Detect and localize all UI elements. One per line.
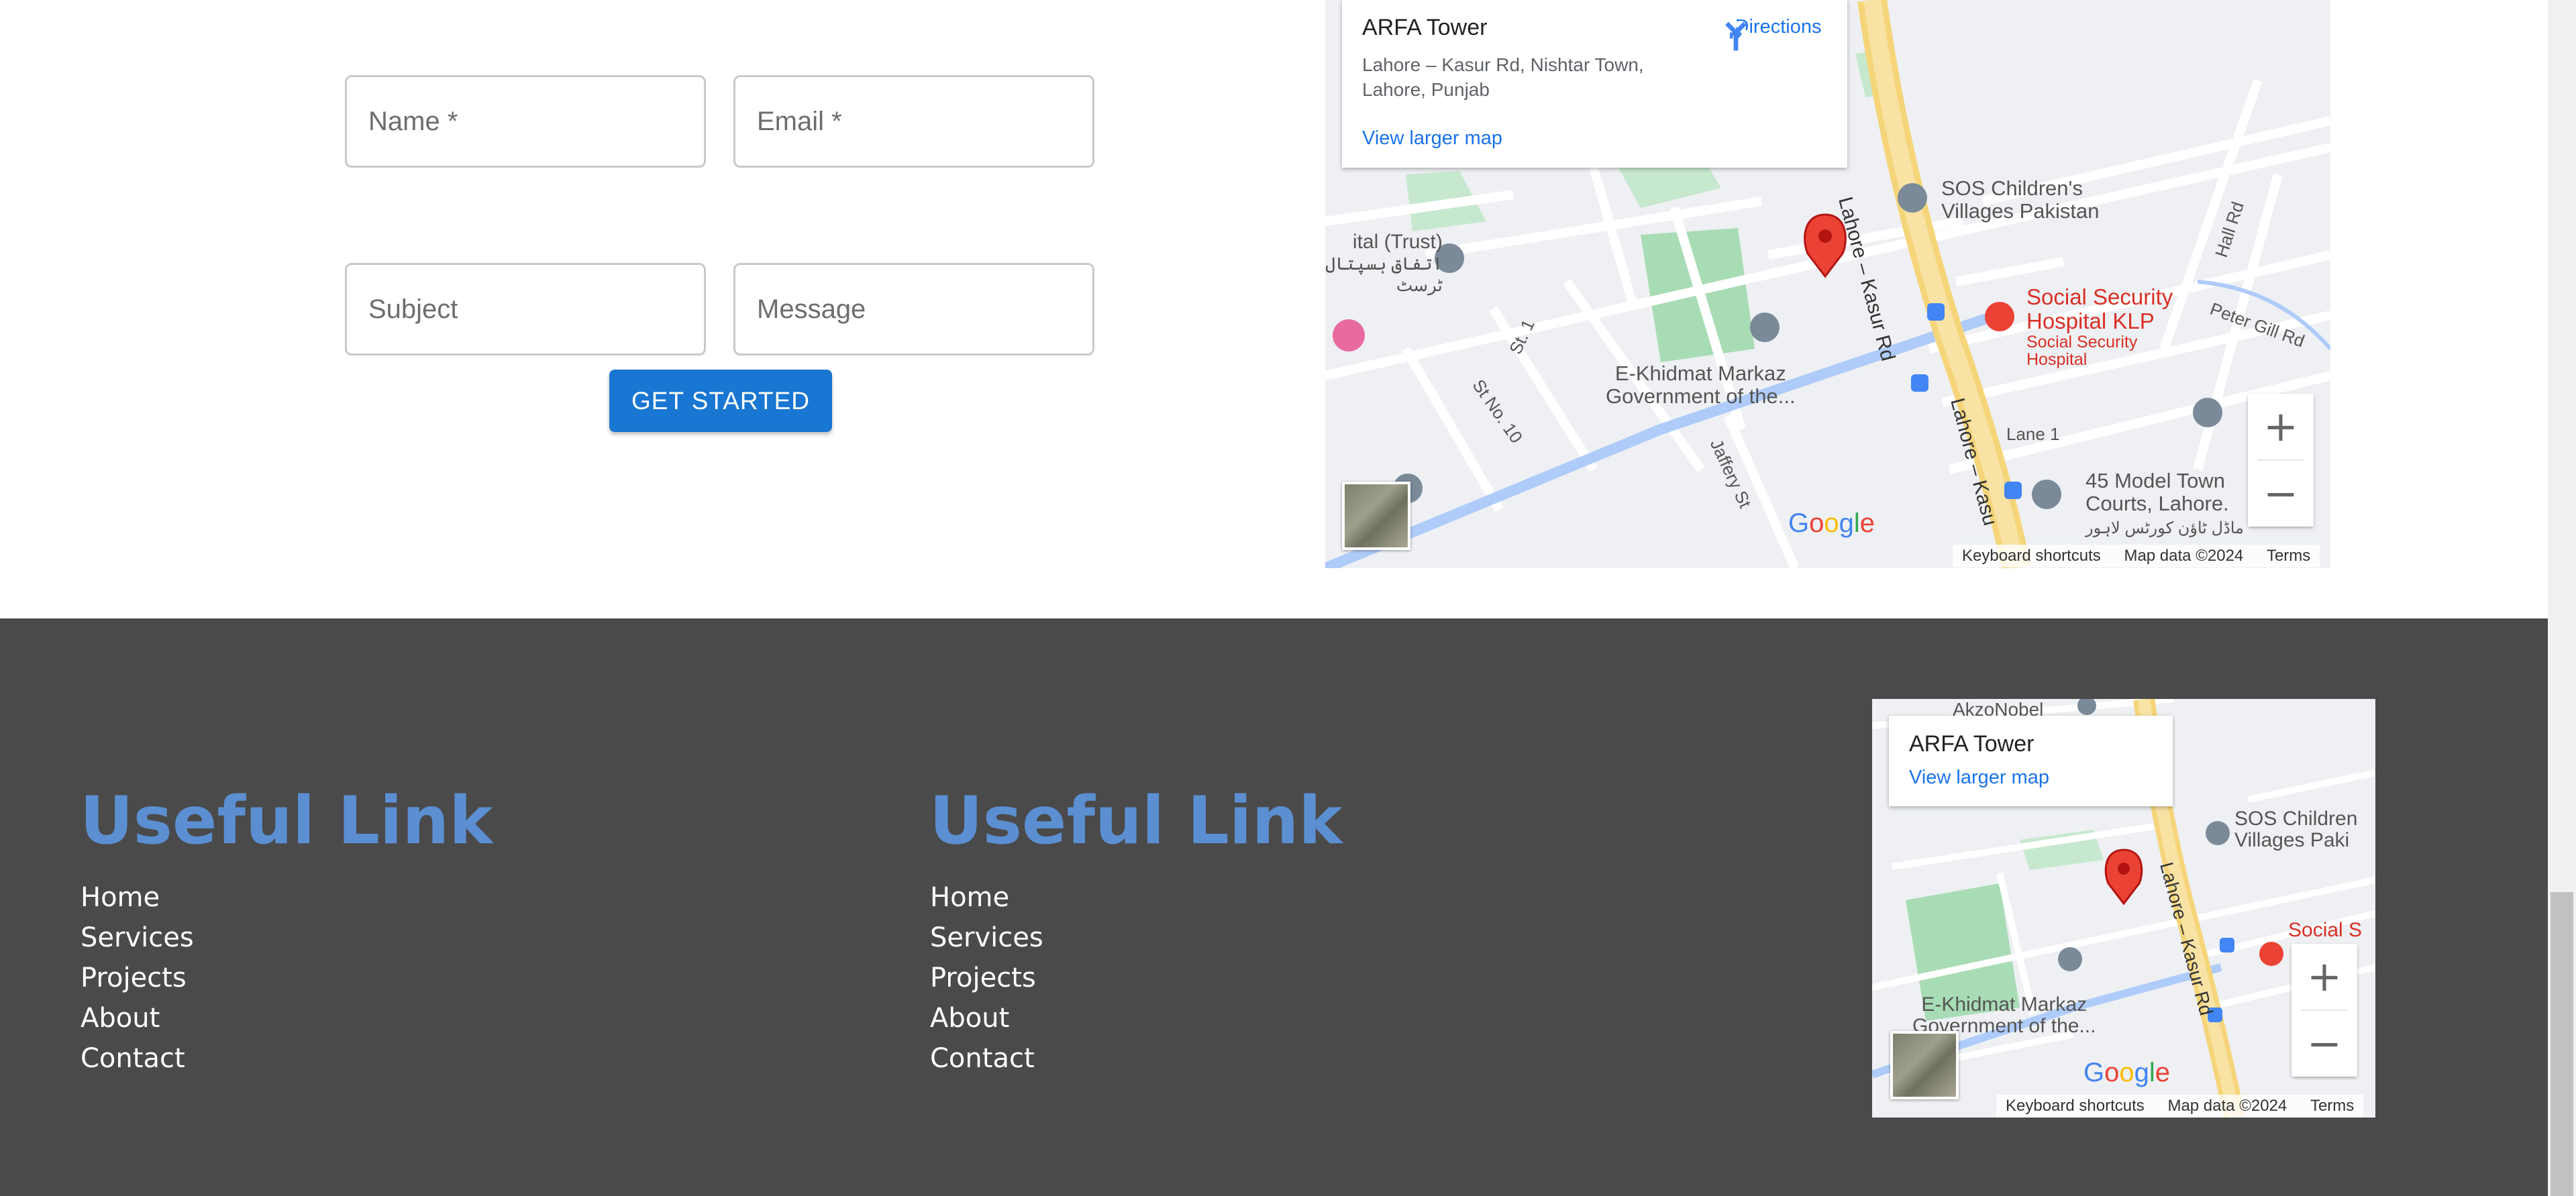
map-attribution: Keyboard shortcuts Map data ©2024 Terms: [1953, 545, 2320, 567]
message-input[interactable]: [735, 265, 1092, 354]
subject-input[interactable]: [347, 265, 704, 354]
terms-link[interactable]: Terms: [2310, 1097, 2354, 1115]
scrollbar-thumb[interactable]: [2551, 892, 2573, 1196]
google-logo: Google: [2083, 1058, 2171, 1087]
footer: Useful Link Home Services Projects About…: [0, 618, 2548, 1196]
map-label-social: Social S: [2288, 919, 2363, 941]
footer-column-title: Useful Link: [929, 783, 1343, 859]
place-name: ARFA Tower: [1909, 731, 2034, 757]
name-input[interactable]: [347, 77, 704, 166]
footer-links: Home Services Projects About Contact: [81, 877, 194, 1079]
keyboard-shortcuts-link[interactable]: Keyboard shortcuts: [1962, 547, 2101, 565]
main-map[interactable]: SOS Children's Villages Pakistan Social …: [1325, 0, 2330, 568]
footer-link-services[interactable]: Services: [930, 918, 1043, 958]
footer-map[interactable]: AkzoNobel SOS Children Villages Paki Soci…: [1872, 699, 2375, 1118]
zoom-controls: + −: [2248, 394, 2314, 527]
email-input[interactable]: [735, 77, 1092, 166]
email-field[interactable]: [733, 75, 1094, 168]
terms-link[interactable]: Terms: [2267, 547, 2310, 565]
zoom-out-button[interactable]: −: [2248, 461, 2314, 527]
subject-field[interactable]: [345, 263, 706, 356]
view-larger-map-link[interactable]: View larger map: [1362, 127, 1502, 150]
map-label-ekhidmat: E-Khidmat Markaz Government of the...: [1606, 362, 1796, 408]
footer-link-contact[interactable]: Contact: [81, 1038, 194, 1079]
map-info-card: ARFA Tower Lahore – Kasur Rd, Nishtar To…: [1342, 0, 1847, 168]
directions-button[interactable]: Directions: [1718, 13, 1839, 87]
zoom-in-button[interactable]: +: [2291, 944, 2357, 1010]
place-name: ARFA Tower: [1362, 15, 1488, 40]
map-info-card: ARFA Tower View larger map: [1889, 716, 2173, 806]
map-attribution: Keyboard shortcuts Map data ©2024 Terms: [1996, 1095, 2364, 1118]
footer-link-projects[interactable]: Projects: [81, 958, 194, 998]
message-field[interactable]: [733, 263, 1094, 356]
map-label-ssh: Social Security Hospital KLP: [2026, 284, 2173, 333]
footer-link-projects[interactable]: Projects: [930, 958, 1043, 998]
directions-icon: [1720, 20, 1751, 51]
footer-link-about[interactable]: About: [930, 998, 1043, 1038]
map-label-sos: SOS Children's Villages Pakistan: [1941, 176, 2100, 223]
map-label-model-town: 45 Model Town Courts, Lahore. ماڈل ٹاؤن کو…: [2085, 469, 2244, 538]
place-address: Lahore – Kasur Rd, Nishtar Town, Lahore,…: [1362, 54, 1644, 100]
keyboard-shortcuts-link[interactable]: Keyboard shortcuts: [2006, 1097, 2145, 1115]
map-data-text: Map data ©2024: [2167, 1097, 2287, 1115]
map-data-text: Map data ©2024: [2124, 547, 2244, 565]
footer-link-home[interactable]: Home: [930, 877, 1043, 918]
zoom-controls: + −: [2291, 944, 2357, 1077]
footer-links: Home Services Projects About Contact: [930, 877, 1043, 1079]
footer-link-about[interactable]: About: [81, 998, 194, 1038]
map-label-sos: SOS Children Villages Paki: [2234, 808, 2358, 851]
satellite-toggle[interactable]: [1342, 482, 1410, 550]
name-field[interactable]: [345, 75, 706, 168]
zoom-out-button[interactable]: −: [2291, 1011, 2357, 1077]
location-marker: [2104, 849, 2143, 906]
footer-link-contact[interactable]: Contact: [930, 1038, 1043, 1079]
map-label-ssh-sub: Social Security Hospital: [2026, 333, 2138, 369]
google-logo: Google: [1788, 508, 1875, 538]
zoom-in-button[interactable]: +: [2248, 394, 2314, 459]
view-larger-map-link[interactable]: View larger map: [1909, 767, 2049, 789]
footer-link-services[interactable]: Services: [81, 918, 194, 958]
map-label-ittefaq: ital (Trust) اتفاق ہسپتال ٹرسٹ: [1325, 231, 1443, 296]
get-started-button[interactable]: GET STARTED: [609, 370, 832, 432]
map-label-lane1: Lane 1: [2006, 424, 2060, 444]
footer-link-home[interactable]: Home: [81, 877, 194, 918]
footer-column-title: Useful Link: [80, 783, 493, 859]
satellite-toggle[interactable]: [1890, 1031, 1959, 1099]
